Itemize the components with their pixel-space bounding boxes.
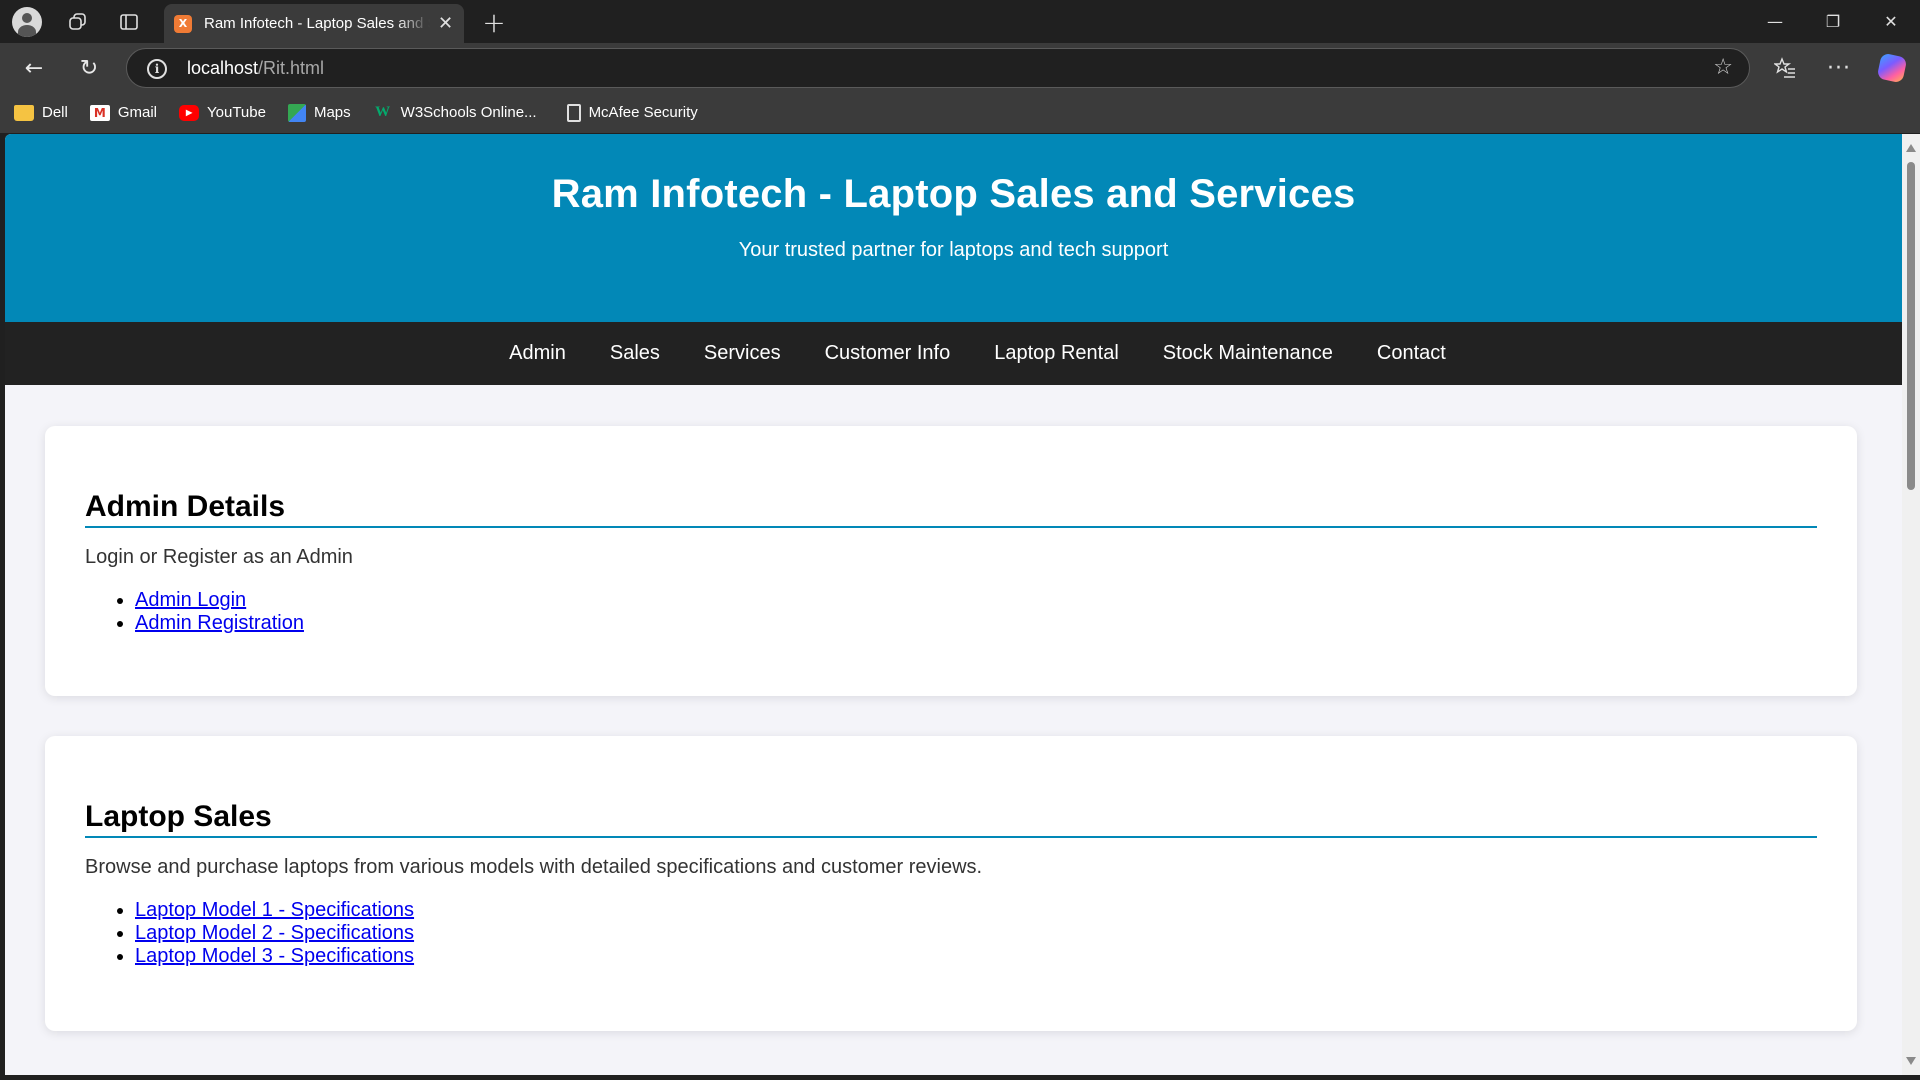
url-host: localhost xyxy=(187,58,259,78)
sales-heading: Laptop Sales xyxy=(85,800,1817,838)
site-favicon-icon: X xyxy=(174,14,192,33)
scrollbar-thumb[interactable] xyxy=(1907,162,1915,490)
nav-stock-maintenance[interactable]: Stock Maintenance xyxy=(1163,342,1333,365)
nav-laptop-rental[interactable]: Laptop Rental xyxy=(994,342,1119,365)
bookmark-label: McAfee Security xyxy=(588,104,698,121)
address-bar[interactable]: i localhost/Rit.html ☆ xyxy=(126,48,1750,88)
tab-bar: X Ram Infotech - Laptop Sales and Servic… xyxy=(0,0,1920,43)
bookmark-mcafee[interactable]: McAfee Security xyxy=(559,103,698,122)
scroll-up-arrow-icon[interactable] xyxy=(1906,144,1916,152)
favorites-button[interactable] xyxy=(1767,50,1803,86)
nav-sales[interactable]: Sales xyxy=(610,342,660,365)
bookmark-maps[interactable]: Maps xyxy=(287,103,351,122)
youtube-icon: ▶ xyxy=(179,104,200,121)
maps-icon xyxy=(287,103,306,122)
workspaces-icon xyxy=(69,13,86,30)
tab-actions-button[interactable] xyxy=(113,6,145,38)
admin-heading: Admin Details xyxy=(85,490,1817,528)
sales-description: Browse and purchase laptops from various… xyxy=(85,856,983,878)
list-item: Laptop Model 1 - Specifications xyxy=(135,899,1817,922)
nav-services[interactable]: Services xyxy=(704,342,781,365)
bookmark-youtube[interactable]: ▶ YouTube xyxy=(179,104,266,121)
site-header: Ram Infotech - Laptop Sales and Services… xyxy=(5,134,1902,322)
laptop-model-1-link[interactable]: Laptop Model 1 - Specifications xyxy=(135,899,414,921)
restore-button[interactable]: ❐ xyxy=(1804,0,1862,43)
url-path: /Rit.html xyxy=(258,58,325,78)
admin-login-link[interactable]: Admin Login xyxy=(135,589,246,611)
url-text[interactable]: localhost/Rit.html xyxy=(187,58,324,79)
close-window-button[interactable]: ✕ xyxy=(1862,0,1920,43)
minimize-button[interactable]: — xyxy=(1746,0,1804,43)
sales-links-list: Laptop Model 1 - Specifications Laptop M… xyxy=(135,899,1817,968)
bookmarks-bar: Dell M Gmail ▶ YouTube Maps W W3Schools Onl… xyxy=(0,92,1920,133)
list-item: Admin Login xyxy=(135,589,1817,612)
avatar-icon xyxy=(12,7,42,37)
admin-registration-link[interactable]: Admin Registration xyxy=(135,612,304,634)
page-scrollbar[interactable] xyxy=(1902,134,1920,1075)
scroll-down-arrow-icon[interactable] xyxy=(1906,1057,1916,1065)
nav-admin[interactable]: Admin xyxy=(509,342,566,365)
page-viewport: Ram Infotech - Laptop Sales and Services… xyxy=(5,134,1902,1075)
tab-title: Ram Infotech - Laptop Sales and Services xyxy=(204,15,430,32)
copilot-icon xyxy=(1876,52,1908,84)
admin-description: Login or Register as an Admin xyxy=(85,546,353,568)
admin-links-list: Admin Login Admin Registration xyxy=(135,589,1817,635)
gmail-icon: M xyxy=(89,104,110,121)
list-item: Laptop Model 2 - Specifications xyxy=(135,922,1817,945)
list-item: Admin Registration xyxy=(135,612,1817,635)
more-options-button[interactable]: ··· xyxy=(1821,50,1857,86)
folder-icon xyxy=(14,104,34,121)
active-tab[interactable]: X Ram Infotech - Laptop Sales and Servic… xyxy=(164,4,464,43)
admin-section: Admin Details Login or Register as an Ad… xyxy=(45,426,1857,696)
vertical-tabs-icon xyxy=(120,14,138,30)
sales-section: Laptop Sales Browse and purchase laptops… xyxy=(45,736,1857,1031)
laptop-model-3-link[interactable]: Laptop Model 3 - Specifications xyxy=(135,945,414,967)
bookmark-dell[interactable]: Dell xyxy=(14,104,68,121)
bookmark-gmail[interactable]: M Gmail xyxy=(89,104,158,121)
site-tagline: Your trusted partner for laptops and tec… xyxy=(738,239,1169,261)
favorites-list-icon xyxy=(1774,57,1795,78)
bookmark-label: Maps xyxy=(313,104,351,121)
w3schools-icon: W xyxy=(375,104,391,120)
page-icon xyxy=(566,103,581,122)
workspaces-button[interactable] xyxy=(62,6,94,38)
laptop-model-2-link[interactable]: Laptop Model 2 - Specifications xyxy=(135,922,414,944)
profile-button[interactable] xyxy=(11,6,43,38)
bookmark-label: Dell xyxy=(42,104,68,121)
site-nav: Admin Sales Services Customer Info Lapto… xyxy=(5,322,1902,385)
bookmark-label: W3Schools Online... xyxy=(400,104,537,121)
new-tab-button[interactable]: + xyxy=(478,6,510,39)
site-info-icon[interactable]: i xyxy=(147,59,167,79)
reload-button[interactable]: ↻ xyxy=(72,51,106,85)
tab-close-icon[interactable]: ✕ xyxy=(438,14,453,33)
copilot-button[interactable] xyxy=(1874,50,1910,86)
favorite-star-icon[interactable]: ☆ xyxy=(1713,55,1733,80)
site-title: Ram Infotech - Laptop Sales and Services xyxy=(551,172,1356,216)
bookmark-label: YouTube xyxy=(207,104,266,121)
nav-contact[interactable]: Contact xyxy=(1377,342,1446,365)
list-item: Laptop Model 3 - Specifications xyxy=(135,945,1817,968)
bookmark-label: Gmail xyxy=(117,104,158,121)
nav-customer-info[interactable]: Customer Info xyxy=(825,342,951,365)
back-button[interactable]: ← xyxy=(17,51,51,85)
bookmark-w3schools[interactable]: W W3Schools Online... xyxy=(373,104,537,121)
